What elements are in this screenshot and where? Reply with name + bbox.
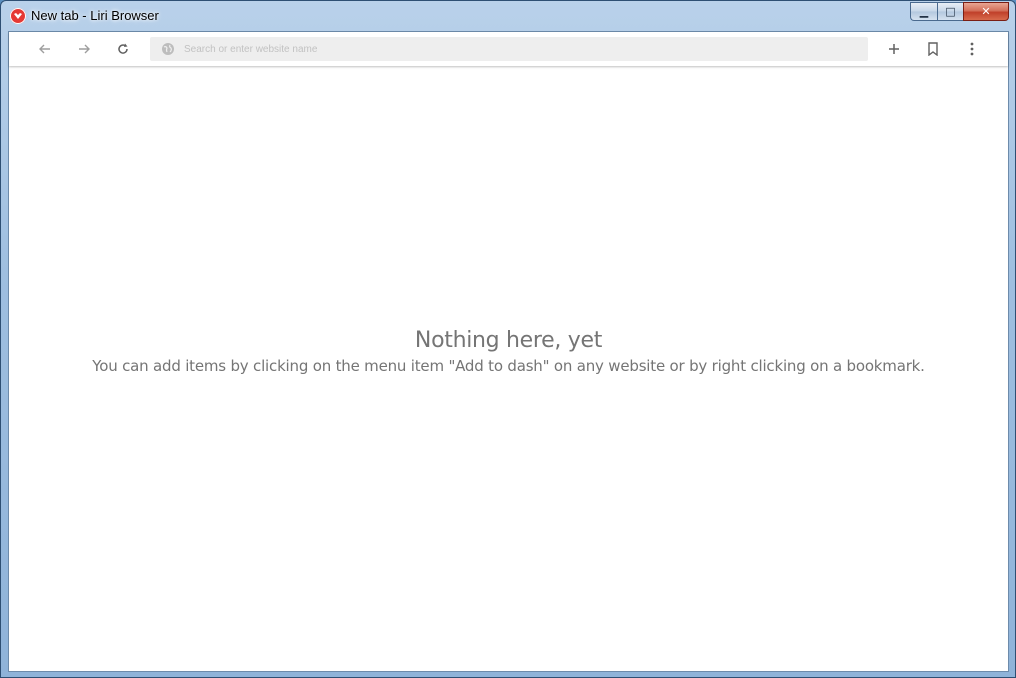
globe-icon	[162, 43, 174, 55]
empty-subtitle: You can add items by clicking on the men…	[92, 357, 925, 375]
watermark-logo	[875, 613, 1007, 671]
caption-buttons: ▁ □ ✕	[910, 2, 1009, 21]
browser-window: New tab - Liri Browser ▁ □ ✕ Search or e…	[0, 0, 1016, 678]
bookmark-icon[interactable]	[925, 41, 941, 57]
url-bar[interactable]	[150, 37, 868, 61]
browser-content-area: Nothing here, yet You can add items by c…	[8, 31, 1009, 672]
maximize-button[interactable]: □	[937, 2, 963, 21]
liri-logo-icon	[10, 8, 26, 24]
window-title: New tab - Liri Browser	[31, 8, 159, 23]
close-button[interactable]: ✕	[963, 2, 1009, 21]
url-input[interactable]	[184, 37, 854, 61]
more-vert-icon[interactable]	[964, 41, 980, 57]
browser-toolbar	[9, 32, 1008, 66]
minimize-button[interactable]: ▁	[910, 2, 937, 21]
title-bar[interactable]: New tab - Liri Browser ▁ □ ✕	[1, 1, 1015, 31]
reload-icon[interactable]	[115, 41, 131, 57]
empty-dash: Nothing here, yet You can add items by c…	[9, 328, 1008, 375]
empty-title: Nothing here, yet	[414, 328, 603, 353]
arrow-forward-icon[interactable]	[76, 41, 92, 57]
plus-icon[interactable]	[886, 41, 902, 57]
arrow-back-icon[interactable]	[37, 41, 53, 57]
